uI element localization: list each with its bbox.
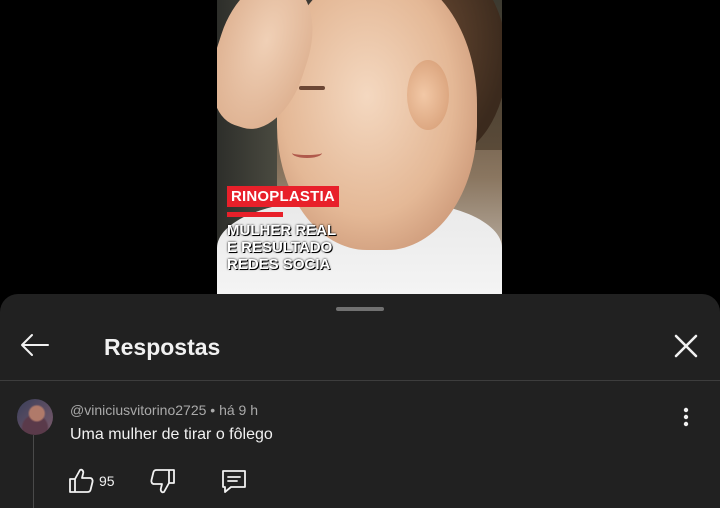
app-root: RINOPLASTIA MULHER REAL E RESULTADO REDE… [0,0,720,508]
more-options-button[interactable] [676,405,696,429]
video-caption-line: MULHER REAL [227,222,337,239]
arrow-left-icon [21,334,49,356]
video-ear [407,60,449,130]
avatar[interactable] [17,399,53,435]
comment-text: Uma mulher de tirar o fôlego [70,426,273,443]
video-caption-tag: RINOPLASTIA [227,186,339,207]
thread-line [33,435,34,508]
video-area: RINOPLASTIA MULHER REAL E RESULTADO REDE… [0,0,720,296]
close-button[interactable] [670,330,702,362]
video-caption-line: E RESULTADO [227,239,333,256]
more-vertical-icon [683,407,689,427]
close-icon [674,334,698,358]
video-caption-bar [227,212,283,217]
drag-handle[interactable] [336,307,384,311]
video-eye [299,86,325,90]
reply-button[interactable] [219,467,249,495]
thumbs-down-icon [150,469,175,494]
video-caption: MULHER REAL E RESULTADO REDES SOCIA [227,222,336,273]
thumbs-up-icon [69,468,94,493]
sheet-title: Respostas [104,334,221,360]
back-button[interactable] [18,330,52,360]
video-mouth [292,148,322,158]
video-player[interactable]: RINOPLASTIA MULHER REAL E RESULTADO REDE… [217,0,502,296]
comment-author-meta[interactable]: @viniciusvitorino2725 • há 9 h [70,402,258,418]
replies-sheet: Respostas @viniciusvitorino2725 • há 9 h… [0,294,720,508]
video-caption-line: REDES SOCIA [227,256,331,273]
comment: @viniciusvitorino2725 • há 9 h Uma mulhe… [0,381,720,508]
comment-reply-icon [222,470,246,493]
dislike-button[interactable] [148,467,178,495]
like-count: 95 [99,473,115,489]
like-button[interactable] [66,467,96,495]
